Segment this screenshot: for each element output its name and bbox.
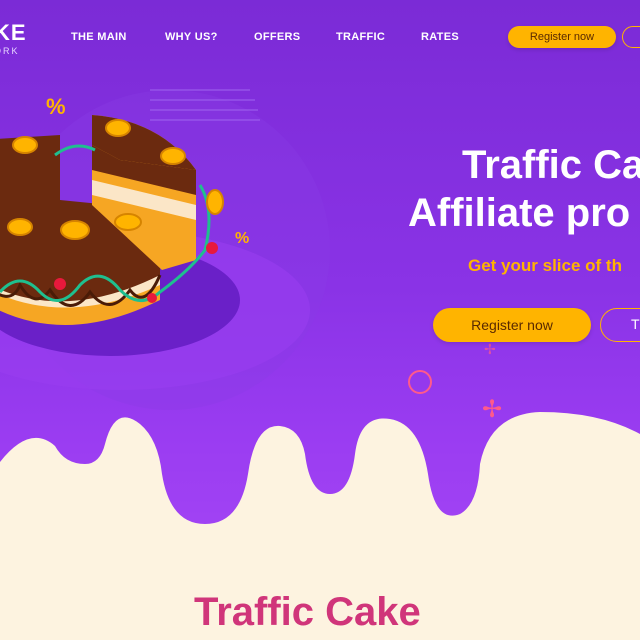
hero-section: % % ✢ ✢ KE ORK THE MAIN WHY US? OFFERS T…: [0, 0, 640, 640]
cream-drip-divider: [0, 412, 640, 640]
section-title: Traffic Cake: [194, 590, 421, 634]
